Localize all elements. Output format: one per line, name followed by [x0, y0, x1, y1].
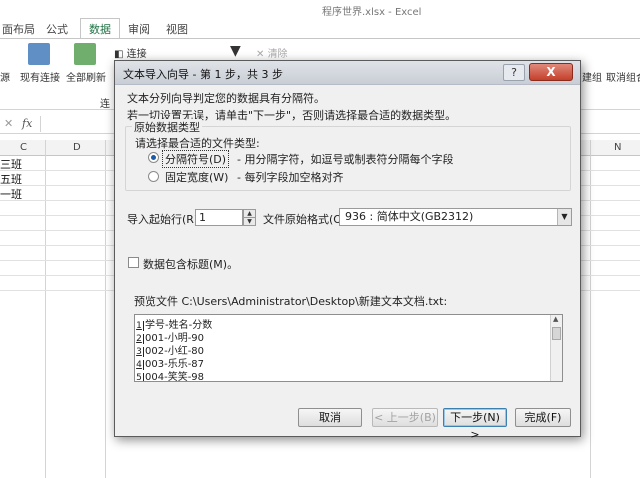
start-row-spinner[interactable]: ▲ ▼ [243, 209, 256, 226]
existing-connections-icon [28, 43, 50, 65]
formula-cancel-icon[interactable]: ✕ [4, 117, 13, 130]
preview-row-text: 004-笑笑-98 [145, 372, 205, 382]
excel-titlebar: 程序世界.xlsx - Excel [0, 0, 640, 18]
preview-file-label: 预览文件 C:\Users\Administrator\Desktop\新建文本… [134, 295, 448, 308]
fixed-width-radio[interactable] [148, 171, 159, 182]
preview-row: 5 004-笑笑-98 [135, 368, 204, 381]
gridline [590, 140, 591, 478]
text-import-wizard-dialog: 文本导入向导 - 第 1 步，共 3 步 ? X 文本分列向导判定您的数据具有分… [114, 60, 581, 441]
clear-label: 清除 [267, 49, 288, 60]
connections-group-label: 连 [100, 99, 110, 110]
connections-button[interactable]: ◧ 连接 [114, 45, 147, 60]
gridline [45, 140, 46, 478]
delimited-radio[interactable] [148, 152, 159, 163]
preview-row: 3 002-小红-80 [135, 342, 204, 357]
preview-row: 4 003-乐乐-87 [135, 355, 204, 370]
column-header-c[interactable]: C [20, 142, 27, 153]
file-type-prompt: 请选择最合适的文件类型: [135, 137, 260, 150]
back-button[interactable]: < 上一步(B) [372, 408, 438, 427]
fixed-width-radio-label[interactable]: 固定宽度(W) [165, 169, 228, 185]
tab-view[interactable]: 视图 [166, 21, 188, 37]
tab-page-layout[interactable]: 面布局 [2, 21, 35, 37]
next-button[interactable]: 下一步(N) > [443, 408, 507, 441]
tab-review[interactable]: 审阅 [128, 21, 150, 37]
ribbon-tabs: 面布局 公式 数据 审阅 视图 [0, 18, 640, 39]
cell-c3[interactable]: 五班 [0, 171, 22, 187]
preview-row: 2 001-小明-90 [135, 329, 204, 344]
delimited-radio-label[interactable]: 分隔符号(D) [162, 150, 230, 168]
file-origin-value: 936 : 简体中文(GB2312) [345, 210, 474, 223]
start-row-input[interactable]: 1 [195, 209, 243, 226]
preview-scrollbar[interactable]: ▲ [550, 315, 562, 381]
preview-row: 1 学号-姓名-分数 [135, 316, 212, 331]
get-data-source-button[interactable]: 源 [0, 69, 10, 84]
scrollbar-thumb[interactable] [552, 327, 561, 340]
refresh-all-icon [74, 43, 96, 65]
filter-icon[interactable]: ▼ [230, 43, 241, 59]
spin-down-icon[interactable]: ▼ [244, 217, 255, 225]
dialog-titlebar[interactable]: 文本导入向导 - 第 1 步，共 3 步 ? X [115, 61, 580, 85]
clear-filter-button[interactable]: ✕ 清除 [256, 45, 288, 60]
help-button[interactable]: ? [503, 64, 525, 81]
gridline [105, 140, 106, 478]
cancel-button[interactable]: 取消 [298, 408, 362, 427]
cell-c4[interactable]: 一班 [0, 186, 22, 202]
finish-button[interactable]: 完成(F) [515, 408, 571, 427]
refresh-all-button[interactable]: 全部刷新 [66, 69, 106, 84]
headers-checkbox-label[interactable]: 数据包含标题(M)。 [143, 256, 238, 272]
delimited-description: - 用分隔字符，如逗号或制表符分隔每个字段 [237, 153, 454, 166]
insert-function-button[interactable]: fx [22, 117, 32, 130]
scroll-up-icon[interactable]: ▲ [553, 315, 558, 323]
tab-formulas[interactable]: 公式 [46, 21, 68, 37]
preview-row-number: 5 [135, 373, 144, 381]
column-header-n[interactable]: N [614, 142, 621, 153]
connections-label: 连接 [126, 49, 147, 60]
file-preview[interactable]: 1 学号-姓名-分数 2 001-小明-90 3 002-小红-80 4 003-乐乐-… [134, 314, 563, 382]
dialog-title: 文本导入向导 - 第 1 步，共 3 步 [123, 68, 283, 81]
spin-up-icon[interactable]: ▲ [244, 210, 255, 217]
cell-c2[interactable]: 三班 [0, 156, 22, 172]
file-origin-label: 文件原始格式(O): [263, 213, 350, 226]
data-type-group-title: 原始数据类型 [132, 119, 202, 135]
existing-connections-button[interactable]: 现有连接 [20, 69, 60, 84]
close-button[interactable]: X [529, 63, 573, 81]
headers-checkbox[interactable] [128, 257, 139, 268]
group-button[interactable]: 建组 [582, 69, 602, 84]
tab-data[interactable]: 数据 [80, 18, 120, 39]
chevron-down-icon[interactable]: ▼ [557, 209, 571, 225]
fixed-width-description: - 每列字段加空格对齐 [237, 171, 344, 184]
file-origin-select[interactable]: 936 : 简体中文(GB2312) ▼ [339, 208, 572, 226]
data-type-group: 原始数据类型 请选择最合适的文件类型: 分隔符号(D) - 用分隔字符，如逗号或… [125, 119, 571, 191]
column-header-d[interactable]: D [73, 142, 81, 153]
window-title: 程序世界.xlsx - Excel [322, 7, 422, 18]
intro-text-1: 文本分列向导判定您的数据具有分隔符。 [127, 92, 325, 105]
ungroup-button[interactable]: 取消组合 [606, 69, 640, 84]
start-row-label: 导入起始行(R): [127, 213, 202, 226]
